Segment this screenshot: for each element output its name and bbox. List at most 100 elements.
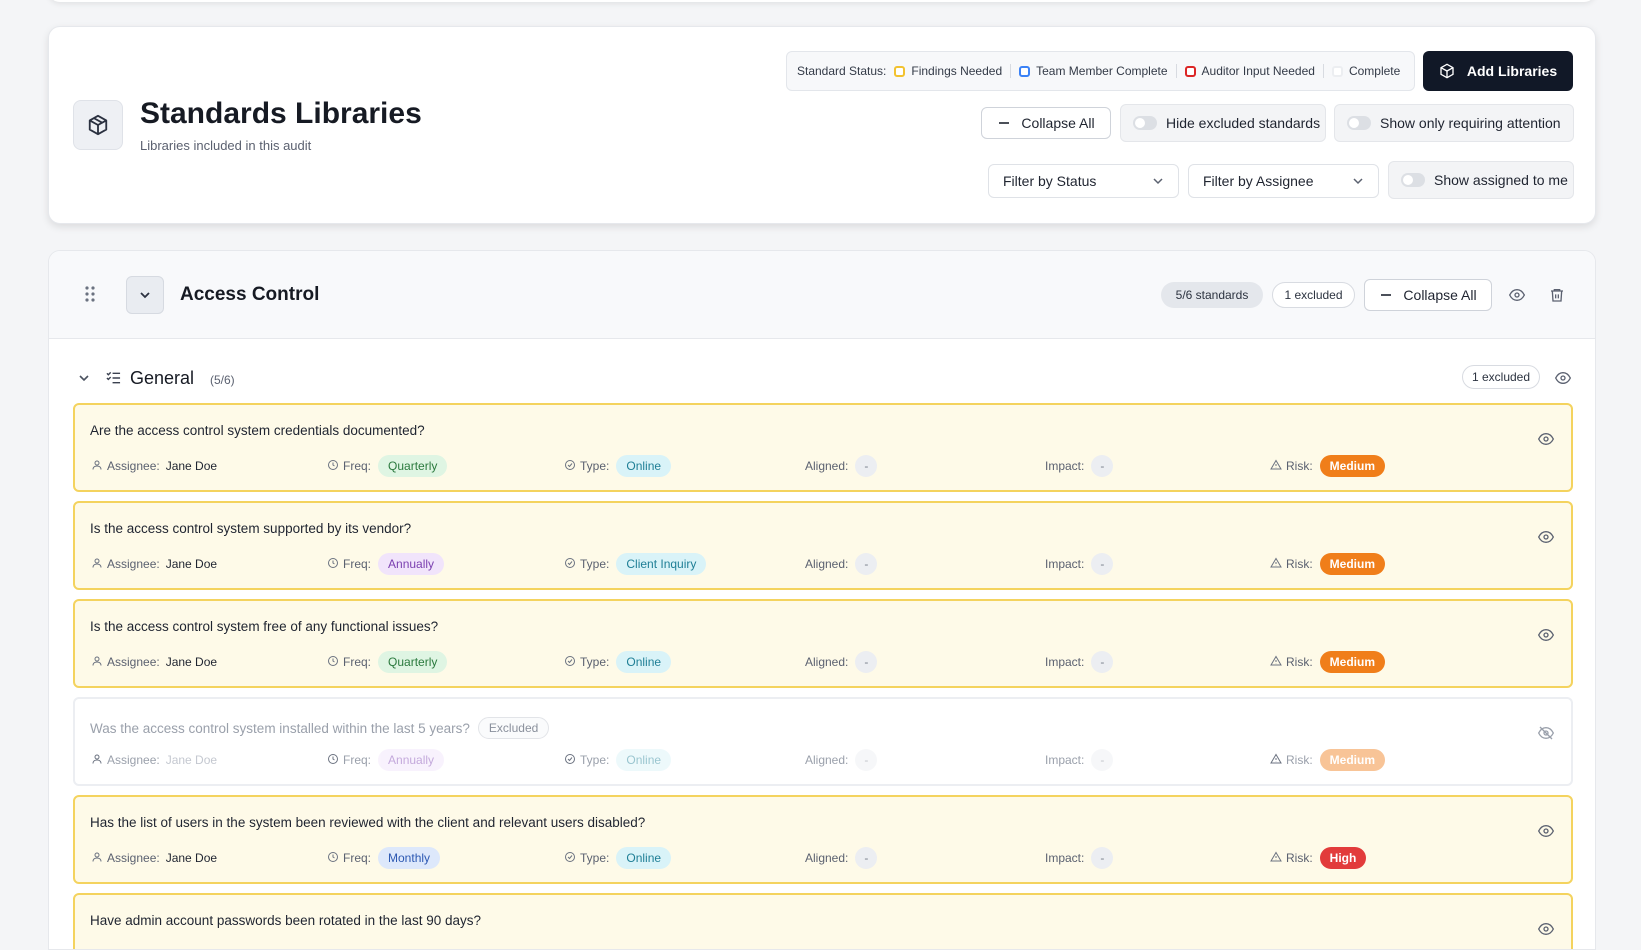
toggle-switch[interactable] bbox=[1133, 116, 1157, 130]
impact-badge: - bbox=[1091, 651, 1114, 673]
frequency-badge: Monthly bbox=[378, 847, 441, 869]
filter-assignee-select[interactable]: Filter by Assignee bbox=[1188, 164, 1379, 198]
standard-card[interactable]: Are the access control system credential… bbox=[73, 403, 1573, 492]
chevron-down-icon[interactable] bbox=[77, 371, 91, 385]
assignee-value: Jane Doe bbox=[165, 753, 218, 767]
legend-team-member-complete: Team Member Complete bbox=[1019, 64, 1168, 78]
aligned-field: Aligned: - bbox=[805, 846, 878, 870]
check-circle-icon bbox=[564, 851, 576, 866]
library-card-access-control: Access Control 5/6 standards 1 excluded … bbox=[48, 250, 1596, 950]
aligned-field: Aligned: - bbox=[805, 748, 878, 772]
type-badge: Online bbox=[616, 455, 672, 477]
impact-field: Impact: - bbox=[1045, 846, 1114, 870]
check-circle-icon bbox=[564, 459, 576, 474]
impact-field: Impact: - bbox=[1045, 650, 1114, 674]
standard-card[interactable]: Is the access control system supported b… bbox=[73, 501, 1573, 590]
assignee-field: Assignee: Jane Doe bbox=[91, 650, 217, 674]
impact-badge: - bbox=[1091, 553, 1114, 575]
risk-badge: Medium bbox=[1319, 553, 1386, 575]
legend-complete: Complete bbox=[1331, 64, 1400, 78]
impact-field: Impact: - bbox=[1045, 748, 1114, 772]
eye-icon[interactable] bbox=[1537, 823, 1555, 844]
type-field: Type: Online bbox=[564, 846, 672, 870]
eye-icon[interactable] bbox=[1537, 627, 1555, 648]
eye-icon[interactable] bbox=[1508, 286, 1526, 304]
risk-field: Risk: High bbox=[1270, 846, 1367, 870]
toggle-switch[interactable] bbox=[1347, 116, 1371, 130]
frequency-field: Freq: Annually bbox=[327, 748, 445, 772]
eye-icon[interactable] bbox=[1554, 369, 1572, 387]
frequency-field: Freq: Quarterly bbox=[327, 454, 448, 478]
section-header-general: General (5/6) 1 excluded bbox=[49, 363, 1595, 393]
type-field: Type: Online bbox=[564, 454, 672, 478]
show-attention-toggle[interactable]: Show only requiring attention bbox=[1334, 104, 1574, 142]
standard-card[interactable]: Is the access control system free of any… bbox=[73, 599, 1573, 688]
toggle-switch[interactable] bbox=[1401, 173, 1425, 187]
eye-off-icon[interactable] bbox=[1537, 725, 1555, 746]
user-icon bbox=[91, 851, 103, 866]
trash-icon[interactable] bbox=[1548, 286, 1566, 304]
user-icon bbox=[91, 459, 103, 474]
type-badge: Client Inquiry bbox=[616, 553, 707, 575]
section-title: General bbox=[130, 368, 195, 388]
user-icon bbox=[91, 557, 103, 572]
standards-libraries-header: Standards Libraries Libraries included i… bbox=[48, 26, 1596, 224]
minus-icon bbox=[999, 122, 1010, 124]
standard-question: Have admin account passwords been rotate… bbox=[90, 913, 481, 928]
risk-badge: Medium bbox=[1319, 749, 1386, 771]
standard-card[interactable]: Have admin account passwords been rotate… bbox=[73, 893, 1573, 949]
assignee-field: Assignee: Jane Doe bbox=[91, 552, 217, 576]
chevron-down-icon bbox=[1153, 178, 1163, 185]
risk-field: Risk: Medium bbox=[1270, 454, 1386, 478]
eye-icon[interactable] bbox=[1537, 431, 1555, 452]
add-libraries-button[interactable]: Add Libraries bbox=[1423, 51, 1573, 91]
type-field: Type: Client Inquiry bbox=[564, 552, 707, 576]
impact-field: Impact: - bbox=[1045, 454, 1114, 478]
library-collapse-button[interactable] bbox=[126, 276, 164, 314]
previous-card-edge bbox=[48, 0, 1596, 2]
page-subtitle: Libraries included in this audit bbox=[140, 138, 312, 153]
minus-icon bbox=[1381, 294, 1392, 296]
assignee-value: Jane Doe bbox=[165, 655, 218, 669]
frequency-badge: Annually bbox=[378, 553, 445, 575]
risk-badge: Medium bbox=[1319, 651, 1386, 673]
aligned-field: Aligned: - bbox=[805, 552, 878, 576]
standard-question: Are the access control system credential… bbox=[90, 423, 425, 438]
frequency-badge: Annually bbox=[378, 749, 445, 771]
type-field: Type: Online bbox=[564, 748, 672, 772]
drag-handle-icon[interactable] bbox=[85, 286, 95, 307]
eye-icon[interactable] bbox=[1537, 529, 1555, 550]
clock-icon bbox=[327, 851, 339, 866]
frequency-badge: Quarterly bbox=[378, 455, 448, 477]
library-collapse-all-button[interactable]: Collapse All bbox=[1364, 279, 1492, 311]
eye-icon[interactable] bbox=[1537, 921, 1555, 942]
show-assigned-toggle[interactable]: Show assigned to me bbox=[1388, 161, 1574, 199]
excluded-tag: Excluded bbox=[477, 717, 550, 739]
clock-icon bbox=[327, 459, 339, 474]
clock-icon bbox=[327, 557, 339, 572]
standard-question: Is the access control system supported b… bbox=[90, 521, 412, 536]
clock-icon bbox=[327, 753, 339, 768]
hide-excluded-toggle[interactable]: Hide excluded standards bbox=[1120, 104, 1326, 142]
check-circle-icon bbox=[564, 557, 576, 572]
warning-icon bbox=[1270, 557, 1282, 572]
filter-status-select[interactable]: Filter by Status bbox=[988, 164, 1179, 198]
warning-icon bbox=[1270, 753, 1282, 768]
package-icon bbox=[73, 100, 123, 150]
warning-icon bbox=[1270, 851, 1282, 866]
type-badge: Online bbox=[616, 651, 672, 673]
collapse-all-button[interactable]: Collapse All bbox=[981, 107, 1111, 139]
standard-card[interactable]: Has the list of users in the system been… bbox=[73, 795, 1573, 884]
impact-badge: - bbox=[1091, 847, 1114, 869]
impact-field: Impact: - bbox=[1045, 552, 1114, 576]
frequency-badge: Quarterly bbox=[378, 651, 448, 673]
standard-card[interactable]: Was the access control system installed … bbox=[73, 697, 1573, 786]
check-circle-icon bbox=[564, 655, 576, 670]
standard-question: Was the access control system installed … bbox=[90, 717, 550, 739]
frequency-field: Freq: Monthly bbox=[327, 846, 441, 870]
aligned-badge: - bbox=[855, 553, 878, 575]
library-title: Access Control bbox=[180, 284, 320, 305]
assignee-value: Jane Doe bbox=[165, 459, 218, 473]
standard-question: Has the list of users in the system been… bbox=[90, 815, 646, 830]
type-badge: Online bbox=[616, 749, 672, 771]
